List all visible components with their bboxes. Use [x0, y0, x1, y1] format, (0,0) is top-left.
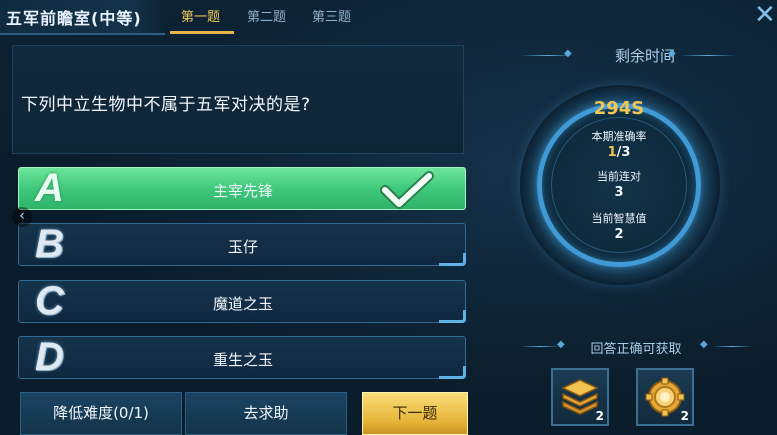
option-a[interactable]: A 主宰先锋 — [18, 166, 466, 210]
diamond-icon: ◆ — [700, 339, 708, 350]
reward-count: 2 — [595, 409, 604, 423]
accuracy-total: /3 — [616, 145, 631, 160]
page-title: 五军前瞻室(中等) — [6, 9, 142, 28]
lower-difficulty-button[interactable]: 降低难度(0/1) — [20, 392, 182, 435]
reward-label: 回答正确可获取 — [590, 342, 682, 357]
reward-item[interactable]: 2 — [636, 368, 694, 426]
corner-accent — [439, 310, 466, 323]
option-label: 玉仔 — [227, 238, 258, 256]
tab-question-3[interactable]: 第三题 — [312, 6, 351, 25]
streak-value: 3 — [614, 185, 624, 200]
tab-question-1[interactable]: 第一题 — [181, 6, 220, 25]
timer-seconds: 294S — [593, 98, 645, 119]
tab-question-2[interactable]: 第二题 — [247, 6, 286, 25]
wisdom-label: 当前智慧值 — [591, 212, 647, 225]
corner-accent — [439, 253, 466, 266]
question-text: 下列中立生物中不属于五军对决的是? — [21, 95, 311, 115]
option-c[interactable]: C 魔道之玉 — [18, 279, 466, 323]
checkmark-icon — [380, 171, 434, 209]
accuracy-value: 1/3 — [551, 145, 687, 160]
reward-item[interactable]: 2 — [551, 368, 609, 426]
option-label: 重生之玉 — [212, 351, 273, 369]
streak-label: 当前连对 — [597, 170, 641, 183]
accuracy-correct: 1 — [607, 145, 617, 160]
chevron-left-icon[interactable]: ‹ — [12, 207, 32, 227]
diamond-icon: ◆ — [668, 48, 676, 59]
option-label: 魔道之玉 — [212, 295, 273, 313]
wisdom-value: 2 — [614, 227, 624, 242]
accuracy-label: 本期准确率 — [591, 130, 647, 143]
close-icon[interactable]: ✕ — [754, 2, 776, 28]
corner-accent — [439, 366, 466, 379]
header: 五军前瞻室(中等) 第一题 第二题 第三题 ✕ — [0, 0, 777, 36]
option-d[interactable]: D 重生之玉 — [18, 335, 466, 379]
divider — [520, 346, 560, 347]
active-tab-indicator — [170, 31, 234, 34]
option-b[interactable]: B 玉仔 — [18, 222, 466, 266]
divider — [680, 55, 735, 56]
divider — [712, 346, 752, 347]
question-panel: 下列中立生物中不属于五军对决的是? — [12, 45, 464, 154]
next-question-button[interactable]: 下一题 — [362, 392, 468, 435]
seek-help-button[interactable]: 去求助 — [185, 392, 347, 435]
title-bar: 五军前瞻室(中等) — [0, 0, 165, 35]
reward-count: 2 — [680, 409, 689, 423]
